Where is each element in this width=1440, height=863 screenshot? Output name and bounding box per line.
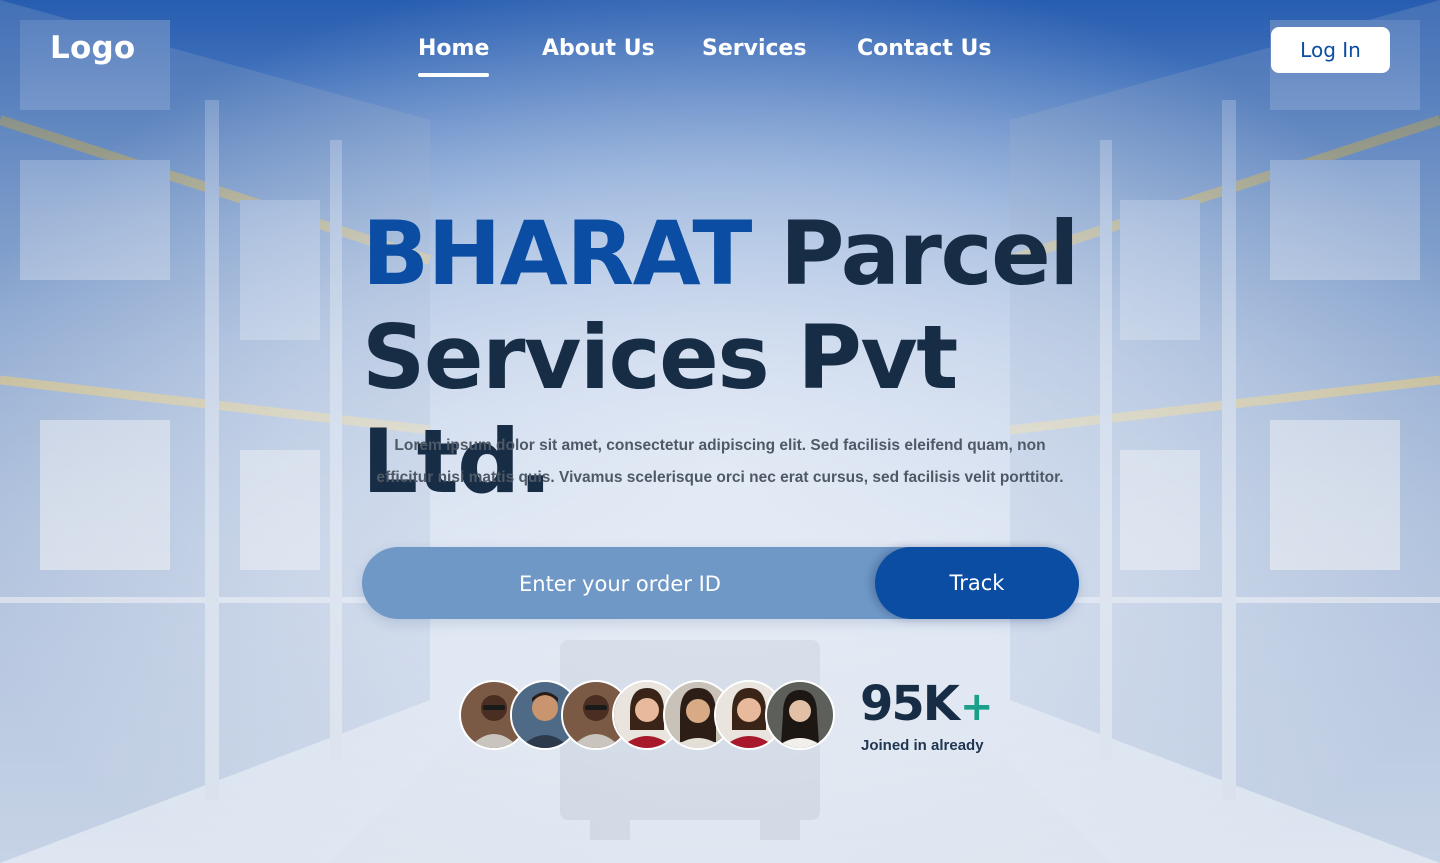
joined-label: Joined in already: [861, 737, 984, 754]
nav-item-home[interactable]: Home: [418, 36, 490, 77]
hero-title-accent: BHARAT: [362, 202, 752, 305]
nav-item-services[interactable]: Services: [702, 36, 807, 61]
avatar-group: [459, 680, 839, 750]
nav-item-about-us[interactable]: About Us: [542, 36, 655, 61]
plus-icon: +: [960, 684, 993, 730]
order-id-input[interactable]: [362, 547, 878, 621]
main-nav: Home About Us Services Contact Us: [0, 36, 1440, 77]
avatar: [765, 680, 835, 750]
hero-description: Lorem ipsum dolor sit amet, consectetur …: [376, 437, 1064, 486]
joined-count-number: 95K: [860, 676, 960, 732]
joined-count: 95K+: [860, 676, 993, 735]
track-form: Track: [362, 547, 1079, 621]
login-button[interactable]: Log In: [1271, 27, 1390, 73]
nav-item-contact-us[interactable]: Contact Us: [857, 36, 991, 61]
track-button[interactable]: Track: [875, 547, 1079, 619]
